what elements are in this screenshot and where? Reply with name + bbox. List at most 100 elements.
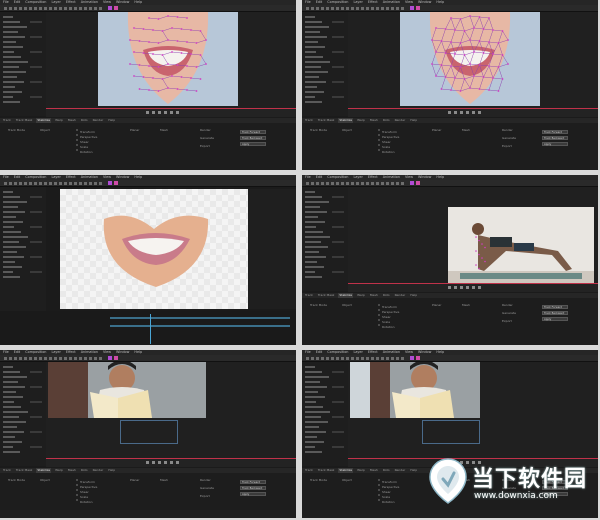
- tab-mesh[interactable]: Mesh: [369, 293, 379, 298]
- tool-icon[interactable]: [416, 356, 420, 360]
- step-icon[interactable]: [152, 111, 155, 114]
- property-field[interactable]: [30, 195, 42, 198]
- option-checkbox[interactable]: [76, 139, 78, 141]
- property-field[interactable]: [332, 370, 344, 373]
- tool-icon[interactable]: [371, 181, 374, 185]
- tool-icon[interactable]: [19, 181, 22, 185]
- tab-track-mask[interactable]: Track Mask: [15, 468, 34, 473]
- tool-icon[interactable]: [401, 6, 404, 10]
- option-checkbox[interactable]: [378, 494, 380, 496]
- tool-icon[interactable]: [34, 6, 37, 10]
- option-checkbox[interactable]: [76, 489, 78, 491]
- tab-track[interactable]: Track: [304, 468, 314, 473]
- viewer[interactable]: [348, 362, 598, 458]
- tool-icon[interactable]: [336, 6, 339, 10]
- option-checkbox[interactable]: [76, 129, 78, 131]
- property-field[interactable]: [30, 415, 42, 418]
- tool-icon[interactable]: [9, 6, 12, 10]
- tab-track[interactable]: Track: [2, 118, 12, 123]
- tool-icon[interactable]: [49, 6, 52, 10]
- tool-icon[interactable]: [311, 356, 314, 360]
- tool-icon[interactable]: [410, 181, 414, 185]
- tab-help[interactable]: Help: [409, 468, 418, 473]
- property-field[interactable]: [332, 445, 344, 448]
- tool-icon[interactable]: [351, 6, 354, 10]
- tool-icon[interactable]: [9, 181, 12, 185]
- property-field[interactable]: [332, 35, 344, 38]
- property-field[interactable]: [30, 370, 42, 373]
- tool-icon[interactable]: [69, 6, 72, 10]
- tab-help[interactable]: Help: [409, 118, 418, 123]
- tool-icon[interactable]: [371, 356, 374, 360]
- tool-icon[interactable]: [356, 6, 359, 10]
- selection-box[interactable]: [120, 420, 178, 444]
- tool-icon[interactable]: [376, 6, 379, 10]
- rewind-icon[interactable]: [146, 111, 149, 114]
- tab-stabilize[interactable]: Stabilize: [36, 118, 52, 123]
- property-field[interactable]: [332, 240, 344, 243]
- tool-icon[interactable]: [306, 356, 309, 360]
- tool-icon[interactable]: [366, 181, 369, 185]
- tool-icon[interactable]: [4, 356, 7, 360]
- tab-roto[interactable]: Roto: [382, 118, 391, 123]
- tab-track[interactable]: Track: [2, 468, 12, 473]
- tab-mesh[interactable]: Mesh: [67, 468, 77, 473]
- rewind-icon[interactable]: [146, 461, 149, 464]
- property-field[interactable]: [332, 20, 344, 23]
- viewer[interactable]: [60, 189, 248, 309]
- tool-icon[interactable]: [34, 356, 37, 360]
- property-field[interactable]: [332, 95, 344, 98]
- tool-icon[interactable]: [69, 181, 72, 185]
- tool-icon[interactable]: [341, 181, 344, 185]
- tool-icon[interactable]: [401, 356, 404, 360]
- tool-icon[interactable]: [386, 6, 389, 10]
- tool-icon[interactable]: [19, 6, 22, 10]
- tool-icon[interactable]: [361, 356, 364, 360]
- play-icon[interactable]: [158, 461, 161, 464]
- tool-icon[interactable]: [410, 6, 414, 10]
- tab-stabilize[interactable]: Stabilize: [36, 468, 52, 473]
- option-checkbox[interactable]: [378, 499, 380, 501]
- tool-icon[interactable]: [396, 181, 399, 185]
- track-forward-button[interactable]: Track Forward: [542, 130, 568, 134]
- stop-icon[interactable]: [478, 286, 481, 289]
- tool-icon[interactable]: [416, 6, 420, 10]
- tab-render[interactable]: Render: [92, 118, 105, 123]
- tab-track-mask[interactable]: Track Mask: [317, 293, 336, 298]
- tool-icon[interactable]: [331, 6, 334, 10]
- tab-warp[interactable]: Warp: [356, 118, 366, 123]
- tool-icon[interactable]: [114, 356, 118, 360]
- tool-icon[interactable]: [34, 181, 37, 185]
- tool-icon[interactable]: [321, 181, 324, 185]
- track-backward-button[interactable]: Track Backward: [240, 136, 266, 140]
- tab-track-mask[interactable]: Track Mask: [15, 118, 34, 123]
- tool-icon[interactable]: [311, 6, 314, 10]
- tool-icon[interactable]: [326, 356, 329, 360]
- tool-icon[interactable]: [49, 356, 52, 360]
- option-checkbox[interactable]: [378, 144, 380, 146]
- apply-button[interactable]: Apply: [542, 317, 568, 321]
- property-field[interactable]: [30, 225, 42, 228]
- property-field[interactable]: [332, 400, 344, 403]
- property-field[interactable]: [30, 240, 42, 243]
- option-checkbox[interactable]: [378, 149, 380, 151]
- tool-icon[interactable]: [311, 181, 314, 185]
- property-field[interactable]: [30, 430, 42, 433]
- option-checkbox[interactable]: [76, 144, 78, 146]
- tool-icon[interactable]: [361, 6, 364, 10]
- tool-icon[interactable]: [89, 6, 92, 10]
- property-field[interactable]: [30, 385, 42, 388]
- tool-icon[interactable]: [39, 6, 42, 10]
- property-field[interactable]: [30, 255, 42, 258]
- step-icon[interactable]: [152, 461, 155, 464]
- tab-warp[interactable]: Warp: [356, 293, 366, 298]
- property-field[interactable]: [332, 255, 344, 258]
- option-checkbox[interactable]: [76, 134, 78, 136]
- tab-render[interactable]: Render: [394, 293, 407, 298]
- selection-box[interactable]: [422, 420, 480, 444]
- tab-help[interactable]: Help: [107, 118, 116, 123]
- tool-icon[interactable]: [19, 356, 22, 360]
- tab-render[interactable]: Render: [92, 468, 105, 473]
- tool-icon[interactable]: [89, 181, 92, 185]
- tool-icon[interactable]: [371, 6, 374, 10]
